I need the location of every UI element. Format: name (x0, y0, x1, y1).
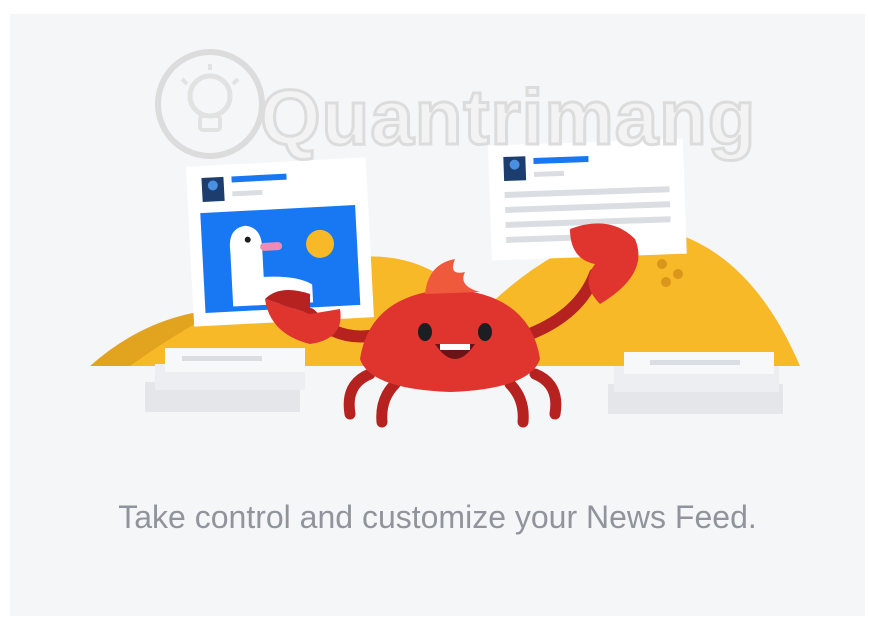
watermark-text: Quantrimang (258, 72, 757, 163)
news-feed-preferences-card: Quantrimang Take control and customize y… (10, 14, 865, 616)
watermark: Quantrimang (150, 34, 850, 174)
card-caption: Take control and customize your News Fee… (10, 492, 865, 542)
paper-stack-right (608, 352, 783, 414)
paper-stack-left (145, 348, 305, 412)
lightbulb-icon (155, 49, 265, 159)
card-caption-text: Take control and customize your News Fee… (118, 499, 757, 535)
